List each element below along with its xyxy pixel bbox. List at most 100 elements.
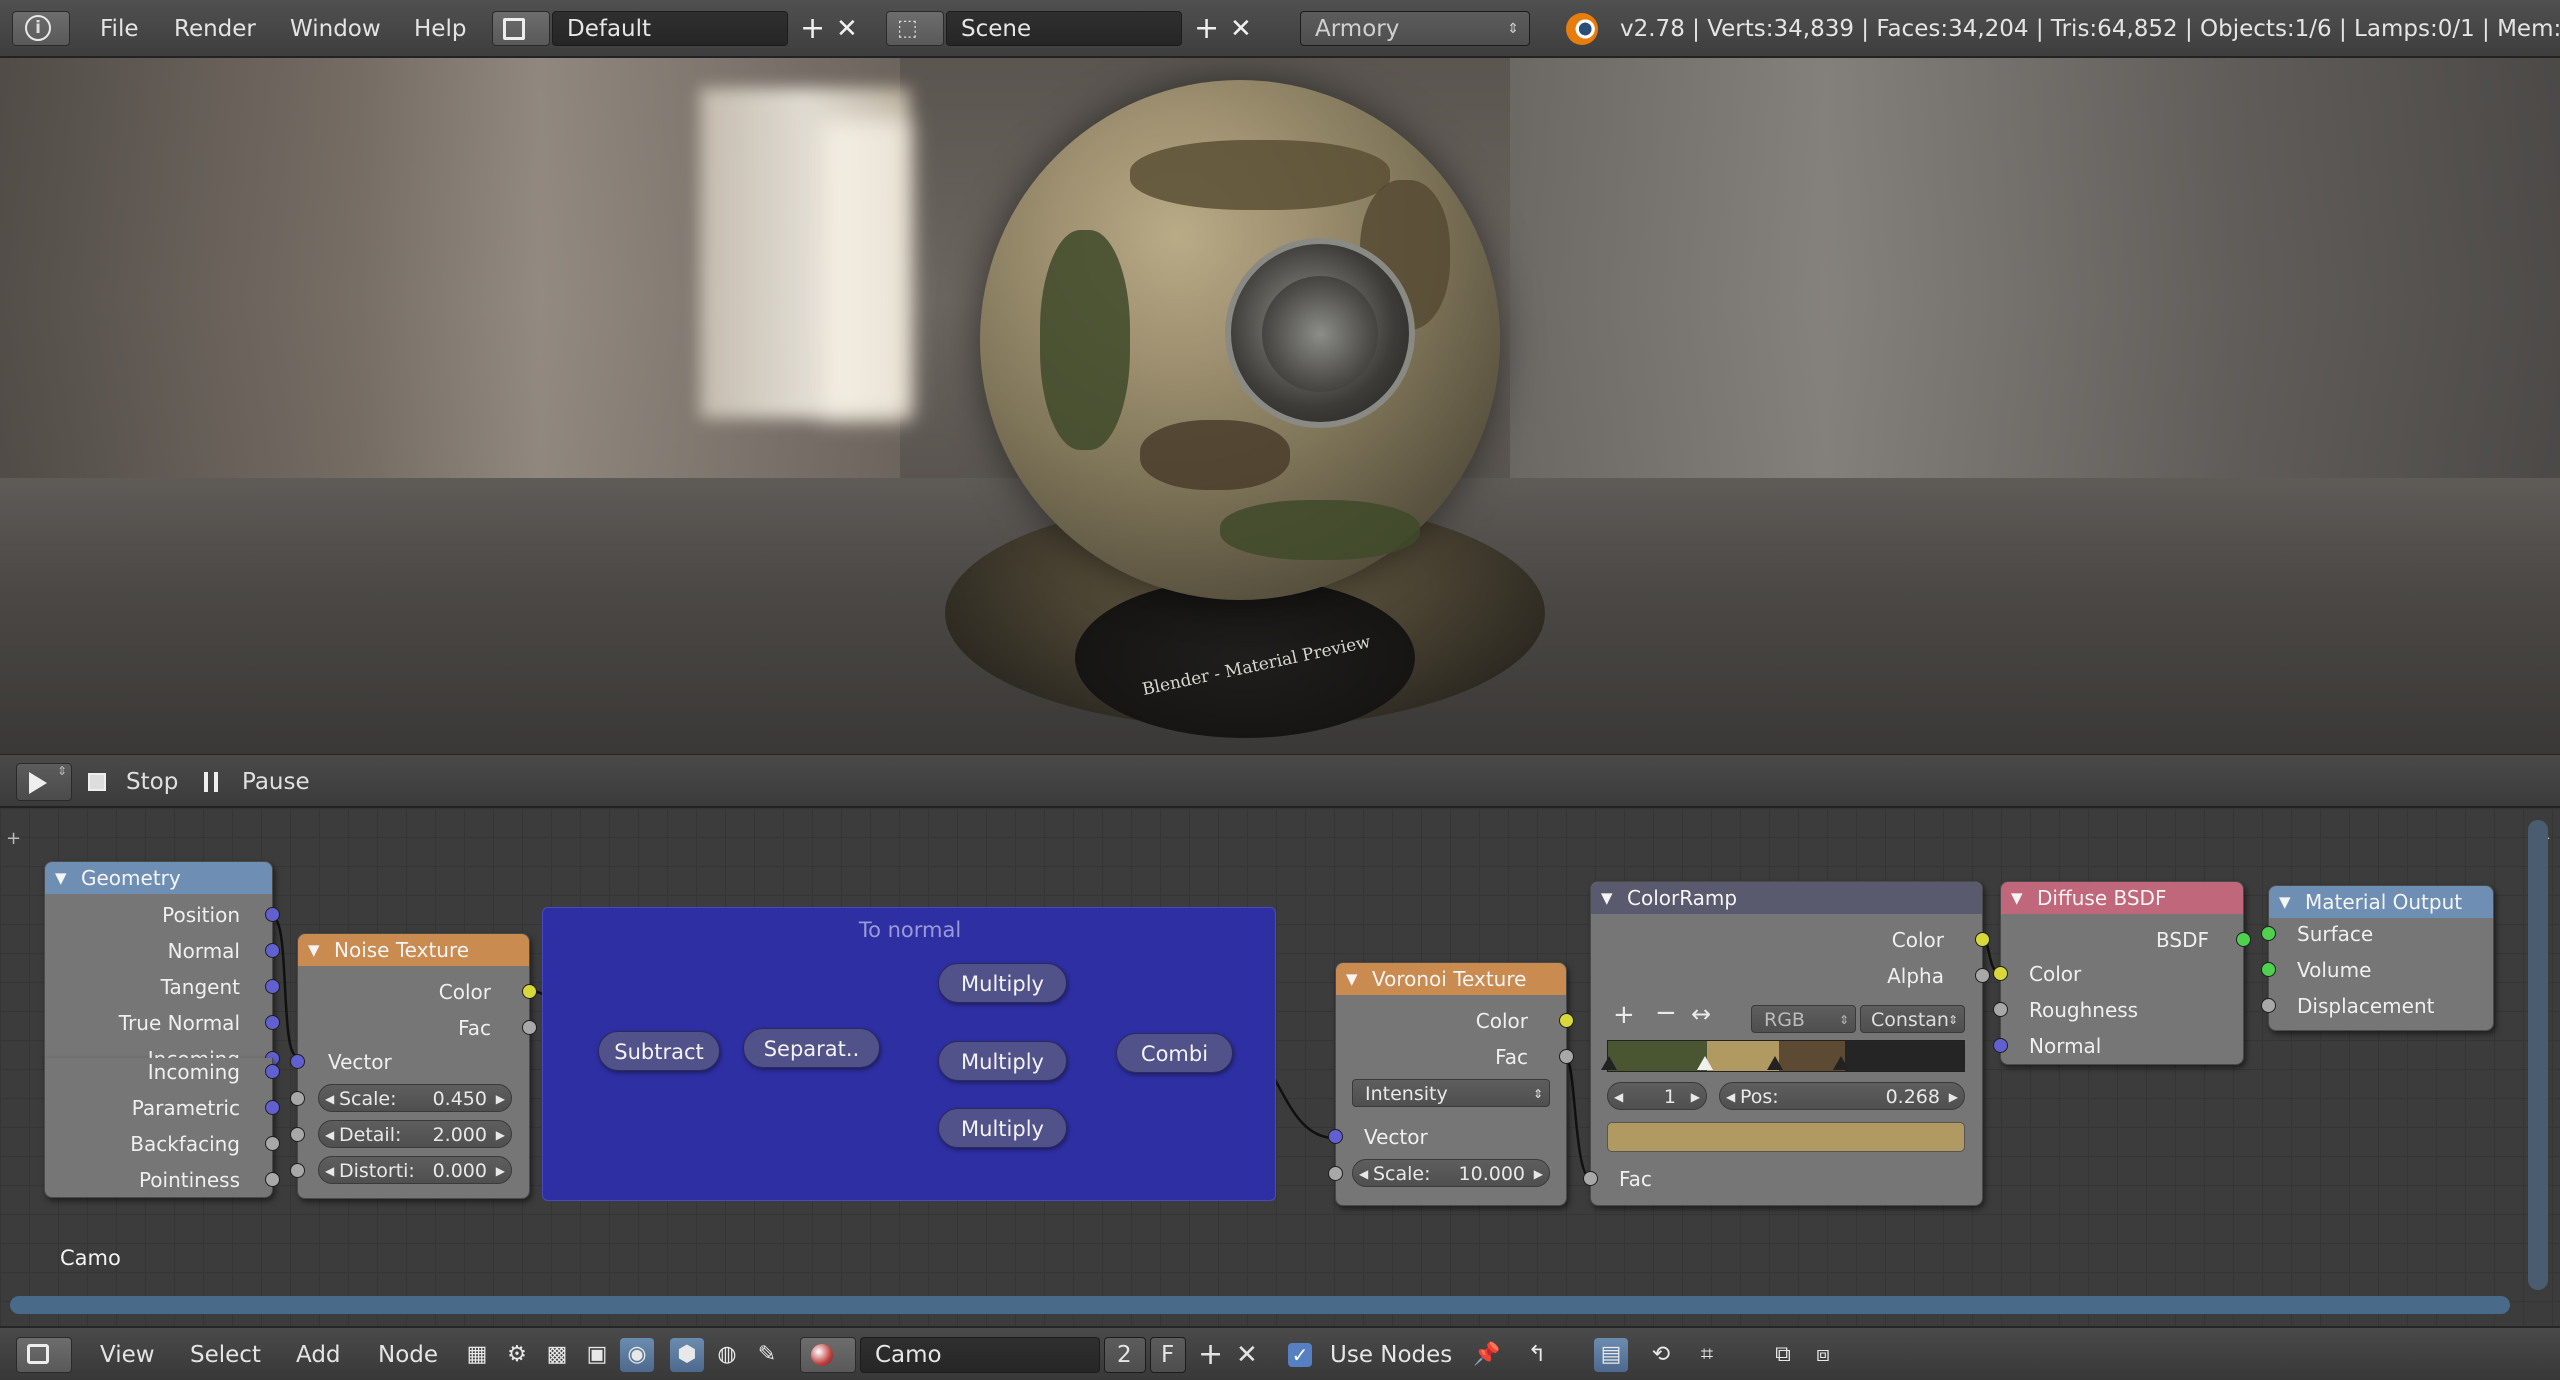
fake-user-toggle[interactable]: F [1150,1337,1186,1373]
socket-backfacing[interactable] [265,1136,280,1151]
shader-nodes-icon[interactable]: ▦ [460,1338,494,1372]
stop-color-swatch[interactable] [1607,1122,1965,1152]
increment-icon[interactable]: ▶ [496,1085,505,1113]
decrement-icon[interactable]: ◀ [1359,1160,1368,1188]
socket-displacement-in[interactable] [2261,998,2276,1013]
multiply-node[interactable]: Multiply [938,1041,1067,1081]
compositing-nodes-icon[interactable]: ⚙ [500,1338,534,1372]
socket-roughness-in[interactable] [1993,1002,2008,1017]
socket-detail-in[interactable] [290,1127,305,1142]
node-editor[interactable]: + + [0,808,2560,1326]
menu-view[interactable]: View [100,1328,155,1380]
socket-fac-in[interactable] [1583,1171,1598,1186]
socket-normal[interactable] [265,943,280,958]
node-header[interactable]: ▼ Voronoi Texture [1336,963,1566,995]
screen-layout-field[interactable]: Default [552,11,788,46]
decrement-icon[interactable]: ◀ [1614,1083,1623,1111]
add-screen-icon[interactable]: + [800,0,825,58]
editor-type-button[interactable]: i [12,11,70,46]
copy-nodes-icon[interactable]: ⧉ [1766,1338,1800,1372]
separate-node[interactable]: Separat.. [743,1028,880,1068]
ramp-stop-marker[interactable] [1767,1056,1783,1070]
scale-field[interactable]: ◀ Scale: 10.000 ▶ [1352,1159,1550,1187]
decrement-icon[interactable]: ◀ [325,1157,334,1185]
use-nodes-label[interactable]: Use Nodes [1330,1328,1452,1380]
line-style-icon[interactable]: ✎ [750,1338,784,1372]
color-mode-select[interactable]: RGB ⇕ [1751,1005,1856,1033]
multiply-node[interactable]: Multiply [938,1108,1067,1148]
socket-incoming[interactable] [265,1064,280,1079]
increment-icon[interactable]: ▶ [496,1121,505,1149]
3d-viewport-material-preview[interactable]: Blender - Material Preview [0,58,2560,754]
menu-file[interactable]: File [100,0,139,58]
horizontal-scrollbar[interactable] [10,1296,2510,1314]
active-stop-index[interactable]: ◀ 1 ▶ [1607,1082,1707,1110]
socket-color-out[interactable] [1559,1013,1574,1028]
pin-icon[interactable]: 📌 [1470,1338,1504,1372]
geometry-node[interactable]: ▼ Geometry Position Normal Tangent True … [44,861,280,1071]
increment-icon[interactable]: ▶ [496,1157,505,1185]
render-engine-select[interactable]: Armory ⇕ [1300,11,1530,46]
socket-color-out[interactable] [522,984,537,999]
socket-tangent[interactable] [265,979,280,994]
collapse-triangle-icon[interactable]: ▼ [2011,882,2023,914]
pause-button[interactable]: Pause [200,763,320,801]
socket-vector-in[interactable] [290,1054,305,1069]
add-stop-icon[interactable]: + [1613,1000,1635,1030]
ramp-stop-marker[interactable] [1601,1056,1617,1070]
socket-vector-in[interactable] [1328,1129,1343,1144]
add-scene-icon[interactable]: + [1194,0,1219,58]
ramp-stop-marker[interactable] [1833,1056,1849,1070]
socket-color-out[interactable] [1975,932,1990,947]
increment-icon[interactable]: ▶ [1949,1083,1958,1111]
menu-window[interactable]: Window [290,0,381,58]
material-browse-button[interactable] [800,1337,856,1373]
delete-scene-icon[interactable]: ✕ [1230,0,1252,58]
object-shader-icon[interactable]: ⬢ [670,1338,704,1372]
delete-screen-icon[interactable]: ✕ [836,0,858,58]
scene-field[interactable]: Scene [946,11,1182,46]
multiply-node[interactable]: Multiply [938,963,1067,1003]
node-header[interactable]: ▼ Noise Texture [298,934,529,966]
scene-browse-button[interactable]: ⬚ [886,11,944,46]
new-material-icon[interactable]: + [1198,1328,1223,1380]
scale-field[interactable]: ◀ Scale: 0.450 ▶ [318,1084,512,1112]
node-header[interactable]: ▼ Diffuse BSDF [2001,882,2243,914]
socket-normal-in[interactable] [1993,1038,2008,1053]
snap-icon[interactable]: ⌗ [1690,1338,1724,1372]
socket-surface-in[interactable] [2261,926,2276,941]
collapse-triangle-icon[interactable]: ▼ [2279,886,2291,918]
socket-scale-in[interactable] [290,1091,305,1106]
use-nodes-checkbox[interactable]: ✓ [1288,1343,1312,1367]
combine-node[interactable]: Combi [1116,1033,1233,1073]
world-shader-icon[interactable]: ◍ [710,1338,744,1372]
menu-help[interactable]: Help [414,0,466,58]
socket-distortion-in[interactable] [290,1163,305,1178]
backdrop-icon[interactable]: ▤ [1594,1338,1628,1372]
flip-ramp-icon[interactable]: ↔ [1691,1000,1711,1028]
socket-volume-in[interactable] [2261,962,2276,977]
texture-nodes-icon[interactable]: ▩ [540,1338,574,1372]
parent-node-tree-icon[interactable]: ↰ [1520,1338,1554,1372]
socket-alpha-out[interactable] [1975,968,1990,983]
node-header[interactable]: ▼ ColorRamp [1591,882,1982,914]
render-layers-icon[interactable]: ▣ [580,1338,614,1372]
diffuse-bsdf-node[interactable]: ▼ Diffuse BSDF BSDF Color Roughness Norm… [1993,881,2251,1065]
stop-button[interactable]: Stop [84,763,184,801]
decrement-icon[interactable]: ◀ [325,1085,334,1113]
editor-type-button[interactable] [16,1337,72,1373]
socket-pointiness[interactable] [265,1172,280,1187]
socket-color-in[interactable] [1993,966,2008,981]
socket-position[interactable] [265,907,280,922]
socket-scale-in[interactable] [1328,1166,1343,1181]
menu-add[interactable]: Add [296,1328,341,1380]
socket-fac-out[interactable] [522,1020,537,1035]
collapse-triangle-icon[interactable]: ▼ [55,862,67,894]
decrement-icon[interactable]: ◀ [325,1121,334,1149]
color-ramp-bar[interactable] [1607,1040,1965,1072]
socket-true-normal[interactable] [265,1015,280,1030]
collapse-triangle-icon[interactable]: ▼ [308,934,320,966]
material-icon[interactable]: ◉ [620,1338,654,1372]
socket-fac-out[interactable] [1559,1049,1574,1064]
decrement-icon[interactable]: ◀ [1726,1083,1735,1111]
